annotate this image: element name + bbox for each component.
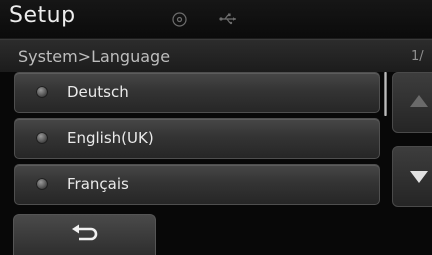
return-arrow-icon	[72, 224, 98, 241]
page-indicator: 1/	[411, 49, 424, 64]
scroll-thumb[interactable]	[384, 72, 387, 116]
triangle-down-icon	[410, 171, 428, 183]
list-item-label: English(UK)	[67, 129, 154, 147]
page-title: Setup	[9, 3, 76, 28]
scroll-up-button[interactable]	[392, 72, 432, 133]
list-item-label: Français	[67, 175, 129, 193]
back-button[interactable]	[13, 214, 156, 255]
list-item-deutsch[interactable]: Deutsch	[14, 72, 380, 113]
usb-icon	[219, 13, 236, 25]
radio-icon	[36, 86, 48, 98]
triangle-up-icon	[410, 95, 428, 107]
disc-icon	[172, 12, 187, 27]
radio-icon	[36, 178, 48, 190]
breadcrumb: System>Language	[18, 47, 171, 66]
list-item-label: Deutsch	[67, 83, 129, 101]
radio-icon	[36, 132, 48, 144]
scroll-down-button[interactable]	[392, 146, 432, 207]
subheader-bar: System>Language 1/	[0, 39, 432, 72]
list-item-english-uk[interactable]: English(UK)	[14, 118, 380, 159]
list-item-francais[interactable]: Français	[14, 164, 380, 205]
header-bar: Setup	[0, 0, 432, 39]
